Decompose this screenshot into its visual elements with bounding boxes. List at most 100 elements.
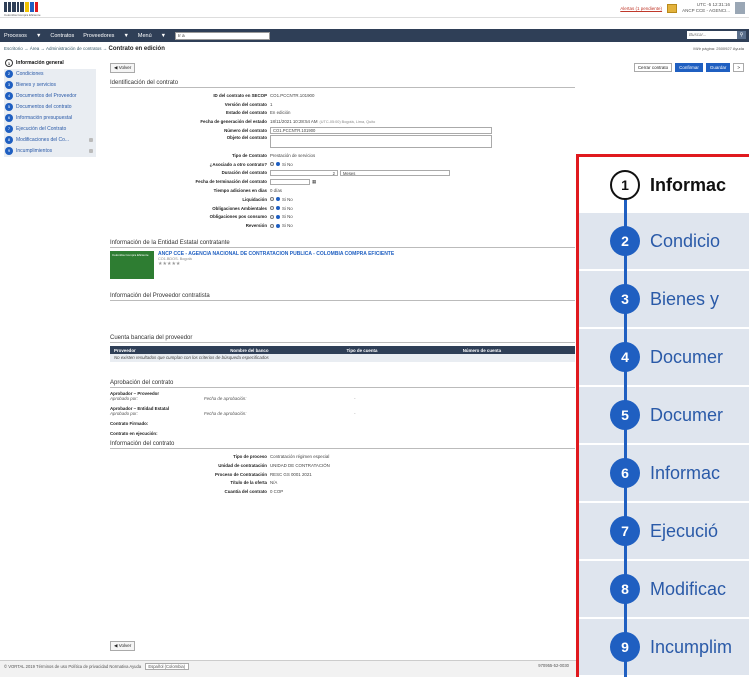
next-button[interactable]: > <box>733 63 744 72</box>
duration-unit-select[interactable]: Meses <box>340 169 450 177</box>
radio-no[interactable] <box>276 214 280 219</box>
main-content: Identificación del contrato ID del contr… <box>110 80 575 496</box>
back-button-bottom[interactable]: ◀ Volver <box>110 641 136 651</box>
zoom-step-4[interactable]: 4 Documer <box>579 327 749 385</box>
radio-si[interactable] <box>270 214 274 219</box>
field-label: Reversión <box>245 223 267 229</box>
signed-label: Contrato Firmado: <box>110 421 149 427</box>
confirm-button[interactable]: Confirmar <box>675 63 703 72</box>
back-button[interactable]: ◀ Volver <box>110 63 136 73</box>
timezone-note: (UTC-05:00) Bogotá, Lima, Quito <box>319 119 376 124</box>
radio-si[interactable] <box>270 197 274 202</box>
sidebar-item-label: Información presupuestal <box>16 115 73 122</box>
radio-si[interactable] <box>270 162 274 167</box>
calendar-icon[interactable]: ▦ <box>312 179 316 185</box>
end-date-input[interactable] <box>270 178 310 186</box>
footer-code: 970955-52-0030 <box>538 663 569 668</box>
close-contract-button[interactable]: Cerrar contrato <box>633 63 673 72</box>
sidebar-item-label: Información general <box>16 60 64 67</box>
field-label: Tipo de Contrato <box>231 152 267 158</box>
radio-si[interactable] <box>270 206 274 211</box>
zoom-step-9[interactable]: 9 Incumplim <box>579 617 749 675</box>
field-label: Título de la oferta <box>230 480 267 486</box>
sidebar-item-documentos-contrato[interactable]: 5 Documentos del contrato <box>4 102 96 113</box>
page-info: Mi/ir página: 2500927 Ayuda <box>693 46 744 51</box>
contract-object-textarea[interactable] <box>270 134 492 148</box>
nav-contratos[interactable]: Contratos <box>50 33 74 39</box>
back-icon: ◀ <box>114 643 118 648</box>
sidebar-item-label: Documentos del contrato <box>16 104 72 111</box>
radio-no[interactable] <box>276 223 280 228</box>
zoom-step-6[interactable]: 6 Informac <box>579 443 749 501</box>
sidebar-item-incumplimientos[interactable]: 9 Incumplimientos <box>4 146 96 157</box>
entity-card: Colombia Compra Eficiente ANCP CCE - AGE… <box>110 251 575 280</box>
section-title: Información del Proveedor contratista <box>110 293 575 302</box>
column-header: Número de cuenta <box>462 347 502 353</box>
nav-procesos[interactable]: Procesos <box>4 33 27 39</box>
radio-no[interactable] <box>276 162 280 167</box>
user-name[interactable]: ANCP CCE - AGENCI... <box>682 8 730 14</box>
radio-no[interactable] <box>276 197 280 202</box>
process-value: RESC GS 0001 2021 <box>270 471 312 477</box>
version-value: 1 <box>270 101 273 107</box>
associated-radio-group[interactable]: Si No <box>270 162 293 167</box>
zoom-step-5[interactable]: 5 Documer <box>579 385 749 443</box>
field-label: Proceso de Contratación <box>215 471 267 477</box>
column-header: Proveedor <box>114 347 136 353</box>
breadcrumb-path[interactable]: Escritorio → Área → Administración de co… <box>4 46 109 51</box>
radio-no[interactable] <box>276 206 280 211</box>
nav-proveedores[interactable]: Proveedores <box>83 33 114 39</box>
zoom-step-3[interactable]: 3 Bienes y <box>579 269 749 327</box>
user-avatar-icon[interactable] <box>735 2 745 14</box>
zoom-step-1[interactable]: 1 Informac <box>579 157 749 211</box>
field-label: Obligaciones Ambientales <box>212 205 267 211</box>
save-button[interactable]: Guardar <box>705 63 731 72</box>
sidebar-item-modificaciones[interactable]: 8 Modificaciones del Co... <box>4 135 96 146</box>
field-label: Cuantía del contrato <box>224 489 267 495</box>
messages-icon[interactable] <box>667 3 678 13</box>
radio-si[interactable] <box>270 223 274 228</box>
zoom-step-2[interactable]: 2 Condicio <box>579 211 749 269</box>
search-icon[interactable]: ⚲ <box>737 31 746 39</box>
section-title: Identificación del contrato <box>110 80 575 88</box>
sidebar-item-bienes[interactable]: 3 Bienes y servicios <box>4 80 96 91</box>
chevron-down-icon: ▼ <box>35 32 42 39</box>
empty-results-message: No existen resultados que cumplan con lo… <box>110 354 575 363</box>
sidebar-item-ejecucion[interactable]: 7 Ejecución del Contrato <box>4 124 96 135</box>
alerts-link[interactable]: Alertas (1 pendiente) <box>620 6 662 11</box>
sidebar-item-label: Condiciones <box>16 71 44 78</box>
main-navbar: Procesos ▼ Contratos Proveedores ▼ Menú ▼ I… <box>0 29 749 42</box>
entity-name-link[interactable]: ANCP CCE - AGENCIA NACIONAL DE CONTRATAC… <box>158 251 394 257</box>
postconsumption-radio-group[interactable]: Si No <box>270 214 293 219</box>
liquidation-radio-group[interactable]: Si No <box>270 197 293 202</box>
sidebar-item-informacion-presupuestal[interactable]: 6 Información presupuestal <box>4 113 96 124</box>
environmental-radio-group[interactable]: Si No <box>270 206 293 211</box>
page-title: Contrato en edición <box>108 46 165 52</box>
logo-caption: Colombia Compra Eficiente <box>4 13 41 17</box>
top-header: Colombia Compra Eficiente Alertas (1 pen… <box>0 0 749 18</box>
section-title: Aprobación del contrato <box>110 380 575 389</box>
action-buttons: Cerrar contrato Confirmar Guardar > <box>633 63 744 72</box>
go-to-select[interactable]: Ir a <box>175 31 271 40</box>
field-label: Tiempo adiciones en días <box>213 188 267 194</box>
sidebar-item-label: Bienes y servicios <box>16 82 57 89</box>
nav-menu[interactable]: Menú <box>138 33 152 39</box>
status-value: En edición <box>270 110 291 116</box>
field-label: Número del contrato <box>224 128 267 134</box>
column-header: Nombre del banco <box>230 347 269 353</box>
contract-number-input[interactable]: CO1.PCCNTR.101900 <box>270 127 492 134</box>
zoom-step-7[interactable]: 7 Ejecució <box>579 501 749 559</box>
language-select[interactable]: Español (Colombia) <box>145 663 190 670</box>
contract-id-value: CO1.PCCNTR.101900 <box>270 92 315 98</box>
sidebar-item-condiciones[interactable]: 2 Condiciones <box>4 69 96 80</box>
section-title: Información del contrato <box>110 441 575 450</box>
rating-stars: ★★★★★ <box>158 261 181 268</box>
sidebar-item-documentos-proveedor[interactable]: 4 Documentos del Proveedor <box>4 91 96 102</box>
footer-links[interactable]: © VORTAL 2019 Términos de uso Política d… <box>4 664 141 669</box>
reversion-radio-group[interactable]: Si No <box>270 223 293 228</box>
sidebar-item-informacion-general[interactable]: 1 Información general <box>4 58 96 69</box>
search-input[interactable]: Buscar... <box>687 31 737 39</box>
duration-input[interactable]: 2 <box>270 169 338 177</box>
contract-type-value: Prestación de servicios <box>270 152 316 158</box>
zoom-step-8[interactable]: 8 Modificac <box>579 559 749 617</box>
